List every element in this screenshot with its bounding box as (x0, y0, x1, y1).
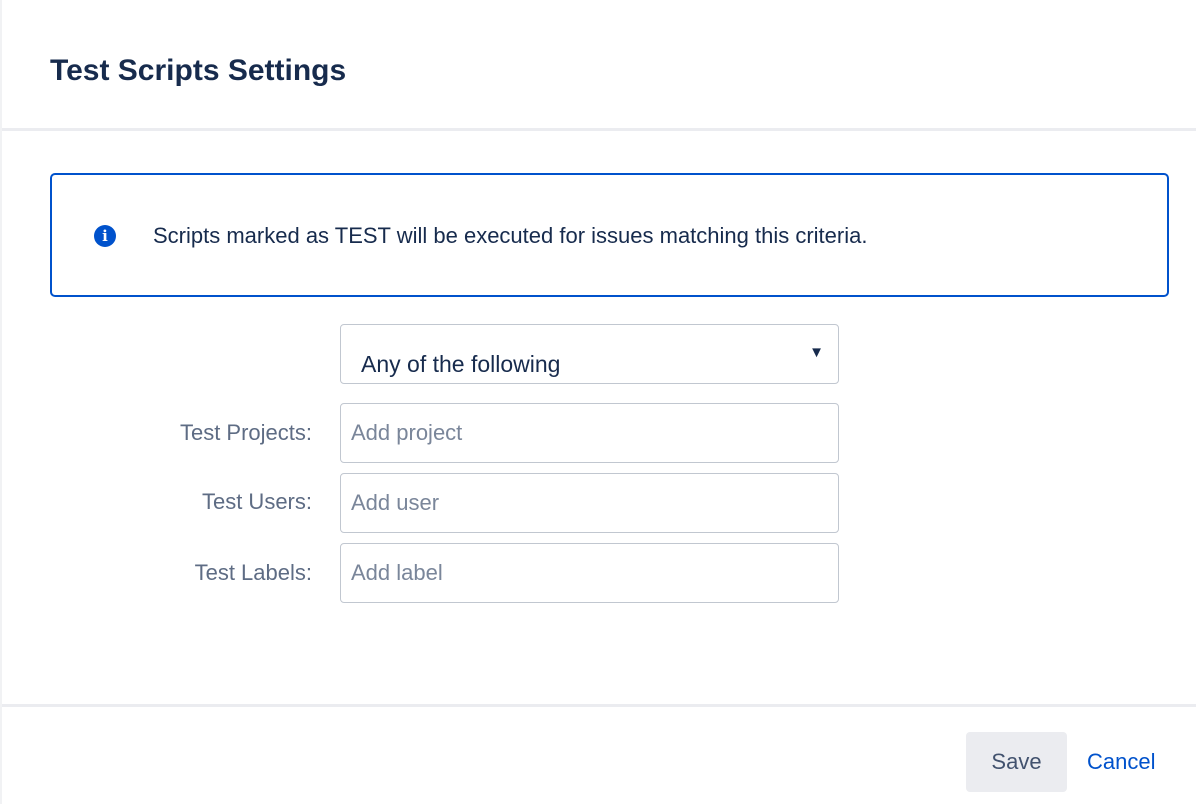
test-users-label: Test Users: (201, 489, 312, 514)
dialog-header: Test Scripts Settings (2, 0, 1196, 131)
cancel-link[interactable]: Cancel (1087, 748, 1155, 776)
test-projects-input[interactable] (340, 403, 839, 463)
save-button[interactable]: Save (966, 732, 1067, 792)
info-icon: i (94, 225, 116, 247)
test-users-input[interactable] (340, 473, 839, 533)
match-mode-selected-value: Any of the following (361, 351, 561, 377)
settings-dialog: Test Scripts Settings i Scripts marked a… (0, 0, 1196, 804)
info-message: i Scripts marked as TEST will be execute… (50, 173, 1169, 297)
test-projects-label: Test Projects: (179, 420, 312, 445)
match-mode-select[interactable]: Any of the following ▼ (340, 324, 839, 384)
test-labels-input[interactable] (340, 543, 839, 603)
dialog-footer: Save Cancel (2, 704, 1196, 804)
test-labels-label: Test Labels: (194, 560, 312, 585)
info-message-text: Scripts marked as TEST will be executed … (153, 223, 868, 248)
dialog-title: Test Scripts Settings (50, 54, 347, 87)
dropdown-arrow-icon: ▼ (809, 344, 824, 361)
